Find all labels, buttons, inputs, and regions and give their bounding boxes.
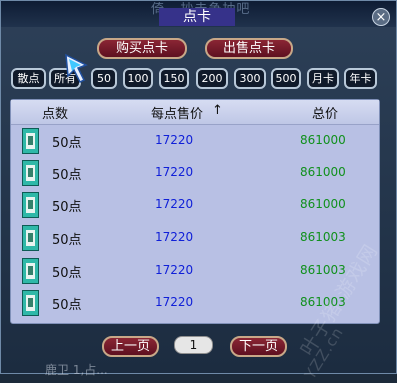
close-icon[interactable]: × xyxy=(372,8,390,26)
header-unit-price[interactable]: 每点售价 xyxy=(151,103,203,122)
filter-button[interactable]: 散点 xyxy=(11,68,46,89)
row-points: 50点 xyxy=(52,266,82,281)
row-total: 861003 xyxy=(300,230,346,244)
row-points: 50点 xyxy=(52,233,82,248)
row-total: 861000 xyxy=(300,197,346,211)
table-row[interactable]: 50点 17220 861000 xyxy=(11,160,379,191)
point-card-icon xyxy=(22,160,39,186)
window-title: 点卡 xyxy=(159,8,235,26)
header-total[interactable]: 总价 xyxy=(312,103,338,122)
next-page-button[interactable]: 下一页 xyxy=(230,336,287,357)
header-points[interactable]: 点数 xyxy=(42,103,68,122)
point-card-icon xyxy=(22,290,39,316)
filter-button[interactable]: 500 xyxy=(271,68,301,89)
prev-page-button[interactable]: 上一页 xyxy=(102,336,159,357)
row-total: 861000 xyxy=(300,165,346,179)
card-listing-table: 点数 每点售价 ↑ 总价 50点 17220 861000 50点 17220 … xyxy=(10,99,380,324)
row-unit-price: 17220 xyxy=(155,295,194,309)
filter-button[interactable]: 150 xyxy=(159,68,189,89)
filter-button[interactable]: 50 xyxy=(91,68,117,89)
row-total: 861000 xyxy=(300,133,346,147)
row-unit-price: 17220 xyxy=(155,165,194,179)
table-row[interactable]: 50点 17220 861003 xyxy=(11,225,379,256)
sort-arrow-icon[interactable]: ↑ xyxy=(212,103,223,118)
row-unit-price: 17220 xyxy=(155,263,194,277)
point-card-icon xyxy=(22,258,39,284)
pointer-cursor-icon xyxy=(65,53,88,83)
bottom-ghost-text: 鹿卫 1,占... xyxy=(45,363,108,377)
table-row[interactable]: 50点 17220 861000 xyxy=(11,192,379,223)
row-unit-price: 17220 xyxy=(155,133,194,147)
filter-button[interactable]: 200 xyxy=(196,68,228,89)
row-unit-price: 17220 xyxy=(155,197,194,211)
row-points: 50点 xyxy=(52,136,82,151)
point-card-icon xyxy=(22,128,39,154)
row-points: 50点 xyxy=(52,200,82,215)
filter-button[interactable]: 年卡 xyxy=(344,68,377,89)
filter-button[interactable]: 300 xyxy=(234,68,266,89)
sell-card-button[interactable]: 出售点卡 xyxy=(205,38,293,59)
point-card-icon xyxy=(22,192,39,218)
point-card-icon xyxy=(22,225,39,251)
filter-button[interactable]: 100 xyxy=(123,68,153,89)
page-number: 1 xyxy=(174,336,213,354)
point-card-window: 倚...抄击争抽吧 点卡 × 购买点卡 出售点卡 散点 所有 50 100 15… xyxy=(0,0,397,383)
row-points: 50点 xyxy=(52,298,82,313)
filter-bar: 散点 所有 50 100 150 200 300 500 月卡 年卡 xyxy=(1,68,397,90)
table-row[interactable]: 50点 17220 861000 xyxy=(11,128,379,159)
row-unit-price: 17220 xyxy=(155,230,194,244)
filter-button[interactable]: 月卡 xyxy=(307,68,339,89)
row-points: 50点 xyxy=(52,168,82,183)
table-row[interactable]: 50点 17220 861003 xyxy=(11,258,379,289)
buy-card-button[interactable]: 购买点卡 xyxy=(97,38,187,59)
table-header: 点数 每点售价 ↑ 总价 xyxy=(11,100,379,125)
title-bar: 倚...抄击争抽吧 点卡 × xyxy=(1,1,396,27)
